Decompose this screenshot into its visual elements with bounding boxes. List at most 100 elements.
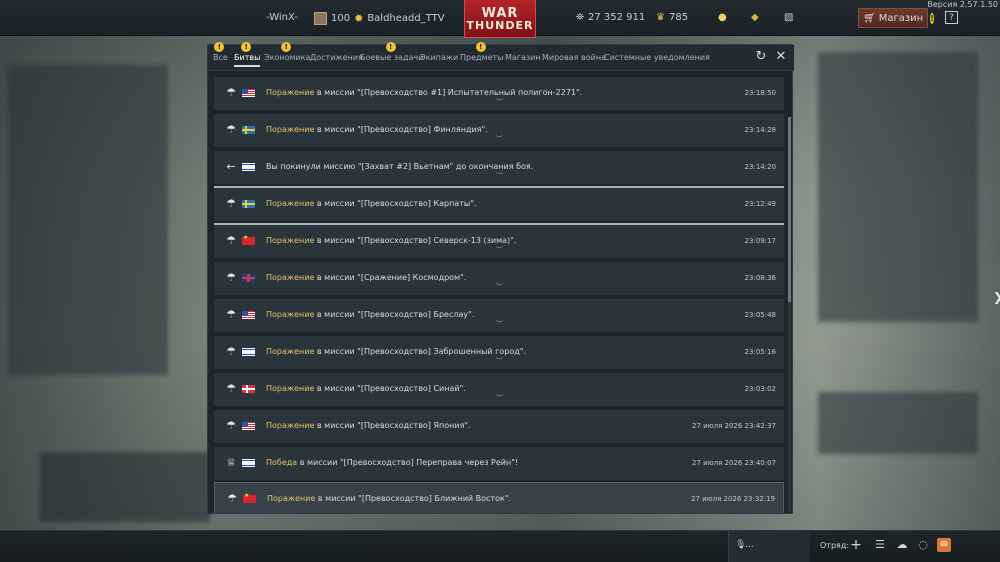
scrollbar-thumb[interactable] [788, 117, 791, 302]
refresh-icon[interactable]: ↻ [754, 50, 768, 64]
flag-usa-icon [242, 311, 255, 319]
list-item[interactable]: ← Вы покинули миссию "[Захват #2] Вьетна… [214, 151, 784, 184]
warning-icon: ! [214, 42, 225, 52]
tab-system-notifications[interactable]: Системные уведомления [604, 53, 710, 62]
battle-result: Поражение [266, 199, 315, 208]
player-tag[interactable]: -WinX- [266, 12, 298, 23]
tab-crews[interactable]: Экипажи [420, 53, 458, 62]
bottom-bar: 🎙︎ ... Отряд: + ☰ ☁ ◌ ✉ [0, 530, 1000, 562]
golden-eagle-icon: ♛ [656, 12, 665, 23]
flag-israel-icon [242, 459, 255, 467]
chevron-down-icon[interactable]: ︶ [496, 356, 503, 366]
message-text: в миссии "[Превосходство] Финляндия". [314, 125, 488, 134]
notifications-dialog: ! Все ! Битвы ! Экономика Достижения ! Б… [207, 42, 794, 514]
battle-result: Поражение [266, 236, 315, 245]
message-text: в миссии "[Превосходство] Северск-13 (зи… [314, 236, 517, 245]
battle-result: Поражение [266, 273, 315, 282]
mouse-cursor-icon: ❯ [993, 290, 1000, 304]
list-item[interactable]: ☂ Поражение в миссии "[Превосходство] Бл… [214, 482, 784, 513]
message-time: 23:14:28 [744, 126, 776, 134]
list-item[interactable]: ♕ Победа в миссии "[Превосходство] Переп… [214, 447, 784, 480]
parachute-icon: ☂ [226, 197, 236, 210]
message-text: в миссии "[Превосходство] Синай". [314, 384, 466, 393]
notification-tabs: ! Все ! Битвы ! Экономика Достижения ! Б… [208, 42, 794, 71]
tab-battles[interactable]: ! Битвы [234, 42, 261, 67]
message-text: Вы покинули миссию "[Захват #2] Вьетнам"… [266, 162, 534, 171]
parachute-icon: ☂ [226, 419, 236, 432]
background-right-panel [818, 52, 978, 322]
contacts-icon[interactable]: ☁ [895, 538, 909, 552]
chevron-down-icon[interactable]: ︶ [496, 393, 503, 403]
background-right-panel-lower [818, 392, 978, 454]
message-time: 23:14:20 [744, 163, 776, 171]
mail-icon[interactable]: ✉ [937, 538, 951, 552]
list-item[interactable]: ☂ Поражение в миссии "[Превосходство #1]… [214, 77, 784, 110]
battle-result: Поражение [266, 347, 315, 356]
message-text: в миссии "[Превосходство #1] Испытательн… [314, 88, 583, 97]
message-time: 23:03:02 [744, 385, 776, 393]
list-item[interactable]: ☂ Поражение в миссии "[Превосходство] Яп… [214, 410, 784, 443]
close-icon[interactable]: ✕ [774, 50, 788, 64]
list-icon[interactable]: ☰ [873, 538, 887, 552]
parachute-icon: ☂ [226, 382, 236, 395]
shop-label: Магазин [878, 12, 924, 24]
chevron-down-icon[interactable]: ︶ [496, 171, 503, 181]
list-item[interactable]: ☂ Поражение в миссии "[Превосходство] Ка… [214, 188, 784, 221]
add-squad-member-icon[interactable]: + [849, 538, 863, 552]
top-bar: -WinX- 100 ✹ Baldheadd_TTV WAR THUNDER ⛯… [0, 0, 1000, 38]
flag-israel-icon [242, 348, 255, 356]
list-item[interactable]: ☂ Поражение в миссии "[Превосходство] Си… [214, 373, 784, 406]
list-item[interactable]: ☂ Поражение в миссии "[Сражение] Космодр… [214, 262, 784, 295]
chat-icon[interactable]: ◌ [916, 538, 930, 552]
list-item[interactable]: ☂ Поражение в миссии "[Превосходство] Се… [214, 225, 784, 258]
golden-eagles-value: 785 [668, 12, 689, 23]
trophy-icon: ♕ [226, 456, 236, 469]
voice-chat-status: ... [745, 540, 754, 550]
parachute-icon: ☂ [226, 308, 236, 321]
coupon-icon[interactable]: ▧ [784, 12, 793, 23]
tab-world-war[interactable]: Мировая война [542, 53, 606, 62]
parachute-icon: ☂ [226, 234, 236, 247]
tab-battle-tasks[interactable]: ! Боевые задачи [360, 42, 423, 62]
shop-button[interactable]: 🛒︎ Магазин ! [858, 8, 934, 28]
tab-achievements[interactable]: Достижения [310, 53, 363, 62]
flag-china-icon [242, 234, 255, 245]
chevron-down-icon[interactable]: ︶ [496, 97, 503, 107]
battle-result: Поражение [266, 421, 315, 430]
message-time: 23:05:16 [744, 348, 776, 356]
chevron-down-icon[interactable]: ︶ [496, 282, 503, 292]
chevron-down-icon[interactable]: ︶ [496, 134, 503, 144]
war-thunder-logo[interactable]: WAR THUNDER [464, 0, 536, 38]
battle-result: Победа [266, 458, 298, 467]
message-text: в миссии "[Сражение] Космодром". [314, 273, 467, 282]
chest-icon[interactable]: ◆ [751, 12, 759, 23]
warning-icon: ! [281, 42, 292, 52]
parachute-icon: ☂ [227, 492, 237, 505]
lightbulb-icon[interactable]: ● [718, 12, 727, 23]
leave-battle-icon: ← [226, 160, 236, 173]
cart-icon: 🛒︎ [863, 12, 876, 24]
list-item[interactable]: ☂ Поражение в миссии "[Превосходство] За… [214, 336, 784, 369]
golden-eagles[interactable]: ♛ 785 [656, 12, 688, 23]
flag-britain-icon [242, 274, 255, 282]
chevron-down-icon[interactable]: ︶ [496, 319, 503, 329]
username: Baldheadd_TTV [367, 13, 445, 24]
background-left-panel [8, 65, 168, 375]
player-info[interactable]: 100 ✹ Baldheadd_TTV [314, 12, 445, 25]
list-item[interactable]: ☂ Поражение в миссии "[Превосходство] Фи… [214, 114, 784, 147]
voice-chat[interactable]: 🎙︎ ... [728, 531, 810, 562]
silver-lions[interactable]: ⛯ 27 352 911 [576, 12, 645, 23]
list-item[interactable]: ☂ Поражение в миссии "[Превосходство] Бр… [214, 299, 784, 332]
warning-icon: ! [241, 42, 252, 52]
parachute-icon: ☂ [226, 271, 236, 284]
message-time: 23:09:17 [744, 237, 776, 245]
warning-icon: ! [930, 12, 934, 24]
tab-all[interactable]: ! Все [213, 42, 228, 62]
tab-economy[interactable]: ! Экономика [264, 42, 310, 62]
tab-shop[interactable]: Магазин [505, 53, 541, 62]
tab-items[interactable]: ! Предметы [460, 42, 503, 62]
avatar [314, 12, 327, 25]
flag-sweden-icon [242, 126, 255, 134]
help-button[interactable]: ? [945, 11, 958, 24]
chevron-down-icon[interactable]: ︶ [496, 245, 503, 255]
